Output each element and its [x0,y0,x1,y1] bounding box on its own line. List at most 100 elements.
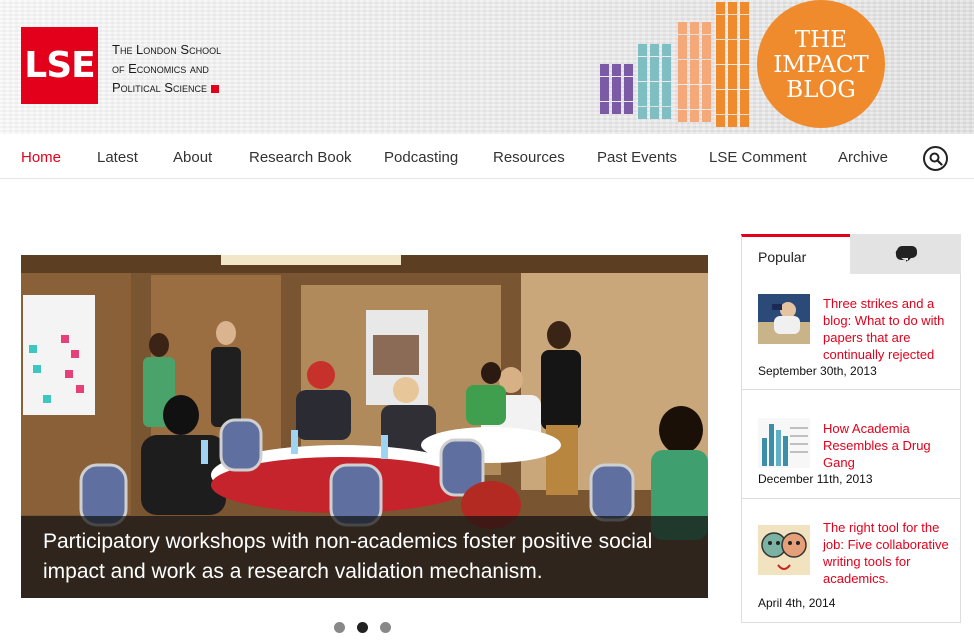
nav-home[interactable]: Home [21,149,61,166]
person-pictogram-icon [702,72,711,84]
person-pictogram-icon [638,44,647,56]
person-pictogram-icon [600,76,609,89]
person-pictogram-icon [728,89,737,102]
person-pictogram-icon [650,56,659,69]
lse-name-line-1: The London School [112,42,222,57]
person-pictogram-icon [690,97,699,109]
person-pictogram-icon [716,27,725,39]
person-pictogram-icon [600,89,609,101]
tab-popular-label: Popular [758,249,807,265]
popular-item-date: December 11th, 2013 [758,472,873,486]
slide-dot-1[interactable] [334,622,345,633]
person-pictogram-icon [662,106,671,119]
impact-blog-logo[interactable]: THE IMPACT BLOG [757,0,885,128]
popular-item[interactable]: How Academia Resembles a Drug Gang Decem… [741,390,961,499]
person-pictogram-icon [600,64,609,76]
search-button[interactable] [923,146,948,171]
person-pictogram-icon [650,81,659,94]
popular-item[interactable]: The right tool for the job: Five collabo… [741,499,961,623]
baseball-thumbnail-icon [758,294,810,344]
popular-item-title[interactable]: Three strikes and a blog: What to do wit… [823,295,953,363]
lse-full-name: The London School of Economics and Polit… [112,40,252,97]
person-pictogram-icon [702,59,711,72]
person-pictogram-icon [728,64,737,77]
person-pictogram-icon [716,102,725,114]
popular-item-title[interactable]: The right tool for the job: Five collabo… [823,519,953,587]
person-pictogram-icon [690,34,699,47]
tab-comments[interactable] [850,234,961,274]
person-pictogram-icon [740,14,749,27]
person-pictogram-icon [638,81,647,94]
person-pictogram-icon [728,114,737,127]
slide-dot-2[interactable] [357,622,368,633]
nav-about[interactable]: About [173,149,212,166]
person-pictogram-icon [662,81,671,94]
site-header: LSE The London School of Economics and P… [0,0,974,134]
people-graphic-icon [598,0,758,134]
impact-line-2: IMPACT [773,51,869,78]
person-pictogram-icon [740,114,749,127]
person-pictogram-icon [638,69,647,81]
lse-logo[interactable]: LSE [21,27,98,104]
hero-caption[interactable]: Participatory workshops with non-academi… [21,516,708,598]
popular-item-date: April 4th, 2014 [758,596,836,610]
person-pictogram-icon [702,84,711,97]
nav-past-events[interactable]: Past Events [597,149,677,166]
person-pictogram-icon [650,69,659,81]
person-pictogram-icon [624,64,633,76]
nav-latest[interactable]: Latest [97,149,138,166]
person-pictogram-icon [662,44,671,56]
hero-slide[interactable]: Participatory workshops with non-academi… [21,255,708,598]
nav-lse-comment[interactable]: LSE Comment [709,149,807,166]
popular-item[interactable]: Three strikes and a blog: What to do wit… [741,274,961,390]
tab-popular[interactable]: Popular [741,234,850,274]
lse-name-line-3: Political Science [112,80,207,95]
person-pictogram-icon [650,94,659,106]
person-pictogram-icon [740,102,749,114]
lse-name-line-3-wrap: Political Science [112,78,252,97]
slide-dot-3[interactable] [380,622,391,633]
lse-logo-text: LSE [24,45,95,86]
person-pictogram-icon [678,34,687,47]
sidebar-tabs: Popular [741,234,961,274]
person-pictogram-icon [612,101,621,114]
person-pictogram-icon [612,64,621,76]
person-pictogram-icon [662,56,671,69]
person-pictogram-icon [678,109,687,122]
person-pictogram-icon [728,27,737,39]
nav-podcasting[interactable]: Podcasting [384,149,458,166]
bar-chart-thumbnail-icon [758,418,810,468]
person-pictogram-icon [690,59,699,72]
person-pictogram-icon [716,64,725,77]
faces-thumbnail-icon [758,525,810,575]
person-pictogram-icon [612,76,621,89]
red-square-icon [210,84,219,93]
person-pictogram-icon [638,106,647,119]
person-pictogram-icon [702,47,711,59]
lse-name-line-2: of Economics and [112,61,209,76]
person-pictogram-icon [690,22,699,34]
nav-archive[interactable]: Archive [838,149,888,166]
nav-resources[interactable]: Resources [493,149,565,166]
person-pictogram-icon [702,109,711,122]
person-pictogram-icon [716,77,725,89]
comments-icon [895,246,917,262]
person-pictogram-icon [600,101,609,114]
slider-dots [334,622,391,633]
impact-line-3: BLOG [786,76,856,103]
person-pictogram-icon [678,47,687,59]
person-pictogram-icon [624,89,633,101]
person-pictogram-icon [612,89,621,101]
person-pictogram-icon [728,52,737,64]
person-pictogram-icon [716,89,725,102]
person-pictogram-icon [662,69,671,81]
person-pictogram-icon [716,39,725,52]
popular-item-title[interactable]: How Academia Resembles a Drug Gang [823,420,953,471]
nav-research-book[interactable]: Research Book [249,149,352,166]
person-pictogram-icon [690,72,699,84]
person-pictogram-icon [702,22,711,34]
search-icon [929,152,943,166]
person-pictogram-icon [728,14,737,27]
person-pictogram-icon [678,97,687,109]
person-pictogram-icon [728,39,737,52]
